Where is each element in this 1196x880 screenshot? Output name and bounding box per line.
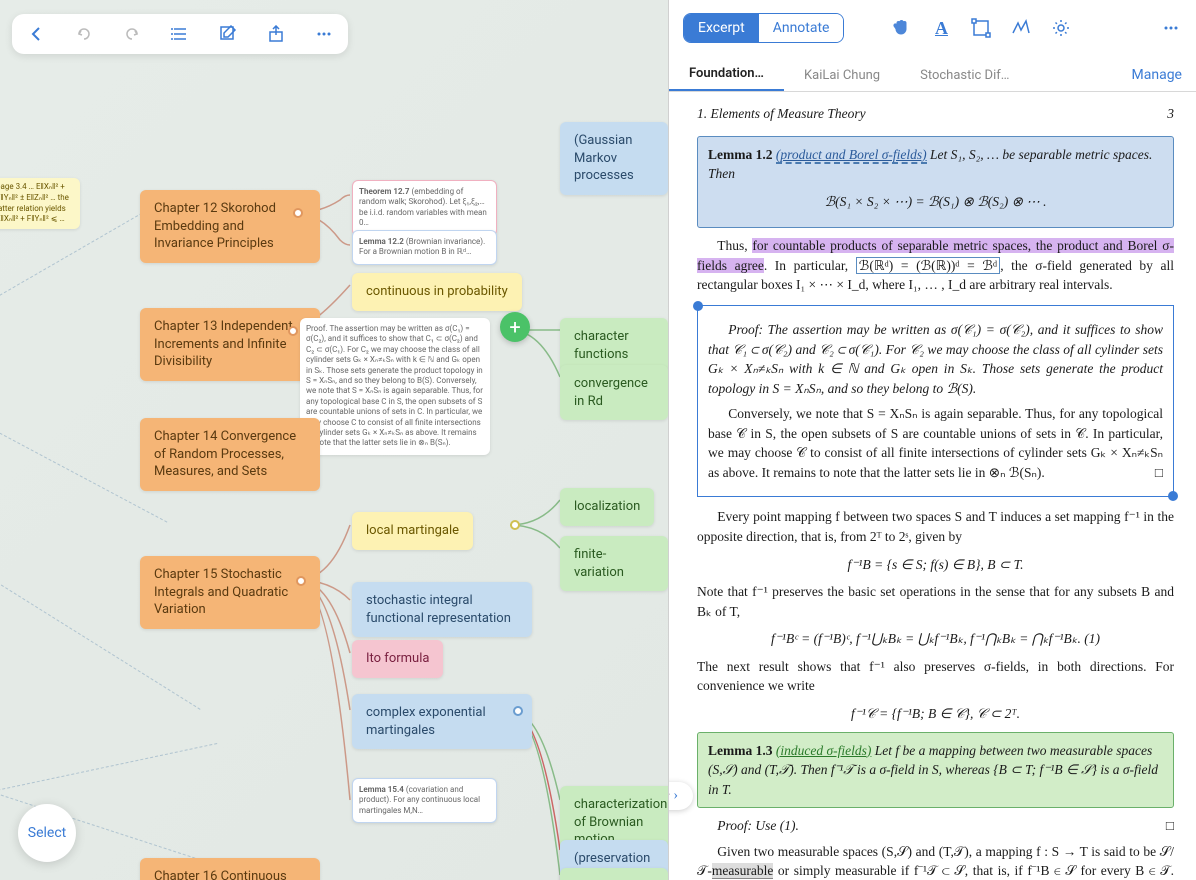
paragraph-map: Every point mapping f between two spaces… xyxy=(697,507,1174,546)
outline-button[interactable] xyxy=(168,22,192,46)
mindmap-node-excerpt-th12[interactable]: Theorem 12.7 (embedding of random walk; … xyxy=(352,180,497,236)
settings-icon[interactable] xyxy=(1050,17,1072,39)
hand-tool-icon[interactable] xyxy=(890,17,912,39)
crop-icon[interactable] xyxy=(970,17,992,39)
right-toolbar: Excerpt Annotate A xyxy=(669,0,1196,56)
annotate-mode-button[interactable]: Annotate xyxy=(759,14,844,42)
mindmap-node-ch13[interactable]: Chapter 13 Independent Increments and In… xyxy=(140,308,320,381)
excerpt-title: Lemma 12.2 xyxy=(359,237,404,246)
highlight-gray[interactable]: measurable xyxy=(712,863,773,879)
equation: f⁻¹𝒞 = {f⁻¹B; B ∈ 𝒞}, 𝒞 ⊂ 2ᵀ. xyxy=(697,704,1174,724)
mindmap-node-gaussian[interactable]: (Gaussian Markov processes xyxy=(560,122,668,195)
expand-dot[interactable] xyxy=(296,576,306,586)
mindmap-node-stoch-int[interactable]: stochastic integral functional represent… xyxy=(352,582,532,637)
expand-dot[interactable] xyxy=(288,326,298,336)
mindmap-node-ito[interactable]: Ito formula xyxy=(352,640,443,678)
text-style-icon[interactable]: A xyxy=(930,17,952,39)
mindmap-node-localization[interactable]: localization xyxy=(560,488,654,526)
doc-tabs: Foundation… KaiLai Chung Stochastic Dif…… xyxy=(669,56,1196,92)
proof-selection-box[interactable]: Proof: The assertion may be written as σ… xyxy=(697,305,1174,498)
lemma-1-2-box[interactable]: Lemma 1.2 (product and Borel σ-fields) L… xyxy=(697,136,1174,229)
equation: f⁻¹Bᶜ = (f⁻¹B)ᶜ, f⁻¹⋃ₖBₖ = ⋃ₖf⁻¹Bₖ, f⁻¹⋂… xyxy=(697,629,1174,649)
expand-dot[interactable] xyxy=(513,706,523,716)
mindmap-node-excerpt-lem15[interactable]: Lemma 15.4 (covariation and product). Fo… xyxy=(352,778,497,823)
expand-dot[interactable] xyxy=(293,208,303,218)
mindmap-node-ch12[interactable]: Chapter 12 Skorohod Embedding and Invari… xyxy=(140,190,320,263)
paragraph-given: Given two measurable spaces (S,𝒮) and (T… xyxy=(697,842,1174,880)
proof-use: Proof: Use (1).□ xyxy=(697,816,1174,836)
redo-button[interactable] xyxy=(120,22,144,46)
qed-icon: □ xyxy=(1146,816,1174,836)
mindmap-node-complex-mart[interactable]: complex exponential martingales xyxy=(352,694,532,749)
mindmap-node-excerpt-lem12[interactable]: Lemma 12.2 (Brownian invariance). For a … xyxy=(352,230,497,265)
tab-foundation[interactable]: Foundation… xyxy=(669,58,784,91)
mindmap-node-finite-var[interactable]: finite-variation xyxy=(560,536,668,591)
mindmap-node-cont-prob[interactable]: continuous in probability xyxy=(352,273,522,311)
selection-handle[interactable] xyxy=(1168,491,1178,501)
qed-icon: □ xyxy=(1135,463,1163,483)
lemma-kind: (product and Borel σ-fields) xyxy=(776,147,927,164)
manage-tabs-link[interactable]: Manage xyxy=(1118,59,1196,91)
mindmap-node-ch14[interactable]: Chapter 14 Convergence of Random Process… xyxy=(140,418,320,491)
lemma-equation: ℬ(S₁ × S₂ × ⋯) = ℬ(S₁) ⊗ ℬ(S₂) ⊗ ⋯ . xyxy=(708,192,1163,212)
mindmap-node-conv-rd[interactable]: convergence in Rd xyxy=(560,365,668,420)
mindmap-canvas[interactable]: page 3.4 … E‖Xₙ‖² + F‖Yₙ‖² ± E‖Zₙ‖² … th… xyxy=(0,0,668,880)
mindmap-panel: page 3.4 … E‖Xₙ‖² + F‖Yₙ‖² ± E‖Zₙ‖² … th… xyxy=(0,0,668,880)
mindmap-node-local-mart[interactable]: local martingale xyxy=(352,512,473,550)
equation: f⁻¹B = {s ∈ S; f(s) ∈ B}, B ⊂ T. xyxy=(697,555,1174,575)
mindmap-node-imtg[interactable]: Imtg>0⇔ exp.Imtg xyxy=(560,868,668,880)
paragraph-next: The next result shows that f⁻¹ also pres… xyxy=(697,657,1174,696)
page-nav[interactable]: ‹ · › xyxy=(669,782,693,810)
excerpt-mode-button[interactable]: Excerpt xyxy=(684,14,759,42)
more-icon[interactable] xyxy=(1160,17,1182,39)
undo-button[interactable] xyxy=(72,22,96,46)
edit-button[interactable] xyxy=(216,22,240,46)
mindmap-node-ch16[interactable]: Chapter 16 Continuous Martingales and Br… xyxy=(140,858,320,880)
section-title: 1. Elements of Measure Theory xyxy=(697,104,866,124)
lemma-body: Let S₁, S₂, … be separable metric spaces… xyxy=(708,147,1152,182)
expand-dot[interactable] xyxy=(510,520,520,530)
proof-p1: Proof: The assertion may be written as σ… xyxy=(708,320,1163,398)
left-toolbar xyxy=(12,14,348,54)
paragraph-note: Note that f⁻¹ preserves the basic set op… xyxy=(697,582,1174,621)
excerpt-title: Lemma 15.4 xyxy=(359,785,404,794)
excerpt-title: Theorem 12.7 xyxy=(359,187,409,196)
add-node-button[interactable]: + xyxy=(500,312,530,342)
lemma-1-3-box[interactable]: Lemma 1.3 (induced σ-fields) Let f be a … xyxy=(697,732,1174,809)
mindmap-node-ch15[interactable]: Chapter 15 Stochastic Integrals and Quad… xyxy=(140,556,320,629)
paragraph-thus: Thus, for countable products of separabl… xyxy=(697,236,1174,295)
proof-p2: Conversely, we note that S = XₙSₙ is aga… xyxy=(708,404,1163,482)
lemma-kind: (induced σ-fields) xyxy=(776,743,872,758)
lemma-title: Lemma 1.2 xyxy=(708,147,773,162)
document-panel: Excerpt Annotate A Foundation… KaiLai Ch… xyxy=(668,0,1196,880)
select-mode-button[interactable]: Select xyxy=(18,804,76,862)
mindmap-node-excerpt[interactable]: page 3.4 … E‖Xₙ‖² + F‖Yₙ‖² ± E‖Zₙ‖² … th… xyxy=(0,178,80,229)
mode-segment: Excerpt Annotate xyxy=(683,13,844,43)
page-number: 3 xyxy=(1167,104,1174,124)
tab-stochastic[interactable]: Stochastic Dif… xyxy=(900,60,1029,91)
share-button[interactable] xyxy=(264,22,288,46)
mindmap-node-proof-excerpt[interactable]: Proof. The assertion may be written as σ… xyxy=(300,318,490,455)
boxed-formula[interactable]: ℬ(ℝᵈ) = (ℬ(ℝ))ᵈ = ℬᵈ xyxy=(856,257,1000,274)
selection-handle[interactable] xyxy=(693,301,703,311)
doc-content[interactable]: 1. Elements of Measure Theory 3 Lemma 1.… xyxy=(669,92,1196,880)
lasso-icon[interactable] xyxy=(1010,17,1032,39)
doc-header: 1. Elements of Measure Theory 3 xyxy=(697,104,1174,124)
back-button[interactable] xyxy=(24,22,48,46)
tab-kailai[interactable]: KaiLai Chung xyxy=(784,60,900,91)
more-button[interactable] xyxy=(312,22,336,46)
lemma-title: Lemma 1.3 xyxy=(708,743,773,758)
